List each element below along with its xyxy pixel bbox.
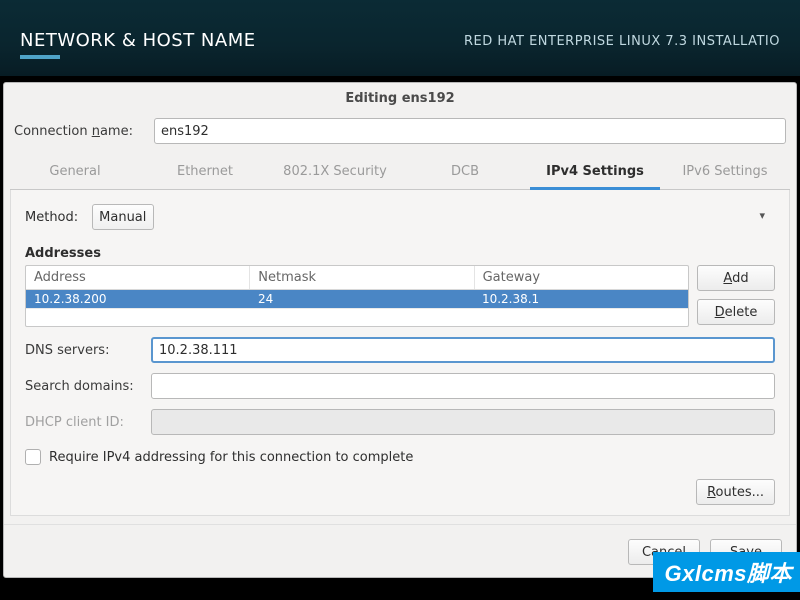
col-gateway: Gateway: [475, 266, 688, 289]
addresses-header: Address Netmask Gateway: [26, 266, 688, 290]
tab-ipv4-settings[interactable]: IPv4 Settings: [530, 156, 660, 190]
connection-name-row: Connection name:: [4, 116, 796, 146]
tabs: General Ethernet 802.1X Security DCB IPv…: [10, 156, 790, 190]
method-row: Method: Manual: [25, 204, 775, 230]
cell-netmask: 24: [250, 290, 474, 308]
require-ipv4-label: Require IPv4 addressing for this connect…: [49, 450, 413, 465]
addresses-area: Address Netmask Gateway 10.2.38.200 24 1…: [25, 265, 775, 327]
routes-row: Routes...: [25, 479, 775, 505]
cell-gateway: 10.2.38.1: [474, 290, 688, 308]
delete-button[interactable]: Delete: [697, 299, 775, 325]
col-netmask: Netmask: [250, 266, 474, 289]
tab-general[interactable]: General: [10, 156, 140, 189]
connection-name-label: Connection name:: [14, 124, 154, 139]
search-domains-input[interactable]: [151, 373, 775, 399]
dns-label: DNS servers:: [25, 343, 151, 358]
connection-name-input[interactable]: [154, 118, 786, 144]
dialog-title: Editing ens192: [4, 83, 796, 116]
dhcp-row: DHCP client ID:: [25, 409, 775, 435]
method-label: Method:: [25, 210, 78, 225]
search-row: Search domains:: [25, 373, 775, 399]
add-button[interactable]: Add: [697, 265, 775, 291]
page-title: NETWORK & HOST NAME: [20, 30, 256, 59]
page-title-text: NETWORK & HOST NAME: [20, 30, 256, 51]
routes-button[interactable]: Routes...: [696, 479, 775, 505]
dns-servers-input[interactable]: [151, 337, 775, 363]
addresses-table[interactable]: Address Netmask Gateway 10.2.38.200 24 1…: [25, 265, 689, 327]
ipv4-tab-body: Method: Manual Addresses Address Netmask…: [10, 190, 790, 516]
product-name: RED HAT ENTERPRISE LINUX 7.3 INSTALLATIO: [464, 30, 780, 49]
method-combo-wrap: Manual: [92, 204, 775, 230]
tab-ipv6-settings[interactable]: IPv6 Settings: [660, 156, 790, 189]
title-underline: [20, 55, 60, 59]
dhcp-client-id-input: [151, 409, 775, 435]
tab-8021x-security[interactable]: 802.1X Security: [270, 156, 400, 189]
require-ipv4-row: Require IPv4 addressing for this connect…: [25, 449, 775, 465]
edit-connection-dialog: Editing ens192 Connection name: General …: [3, 82, 797, 578]
tab-dcb[interactable]: DCB: [400, 156, 530, 189]
require-ipv4-checkbox[interactable]: [25, 449, 41, 465]
table-empty-row: [26, 308, 688, 326]
dhcp-label: DHCP client ID:: [25, 415, 151, 430]
watermark: Gxlcms脚本: [653, 552, 800, 592]
cell-address: 10.2.38.200: [26, 290, 250, 308]
search-label: Search domains:: [25, 379, 151, 394]
dns-row: DNS servers:: [25, 337, 775, 363]
col-address: Address: [26, 266, 250, 289]
tab-ethernet[interactable]: Ethernet: [140, 156, 270, 189]
method-select[interactable]: Manual: [92, 204, 154, 230]
installer-header: NETWORK & HOST NAME RED HAT ENTERPRISE L…: [0, 0, 800, 76]
address-buttons: Add Delete: [697, 265, 775, 327]
addresses-label: Addresses: [25, 246, 775, 261]
table-row[interactable]: 10.2.38.200 24 10.2.38.1: [26, 290, 688, 308]
